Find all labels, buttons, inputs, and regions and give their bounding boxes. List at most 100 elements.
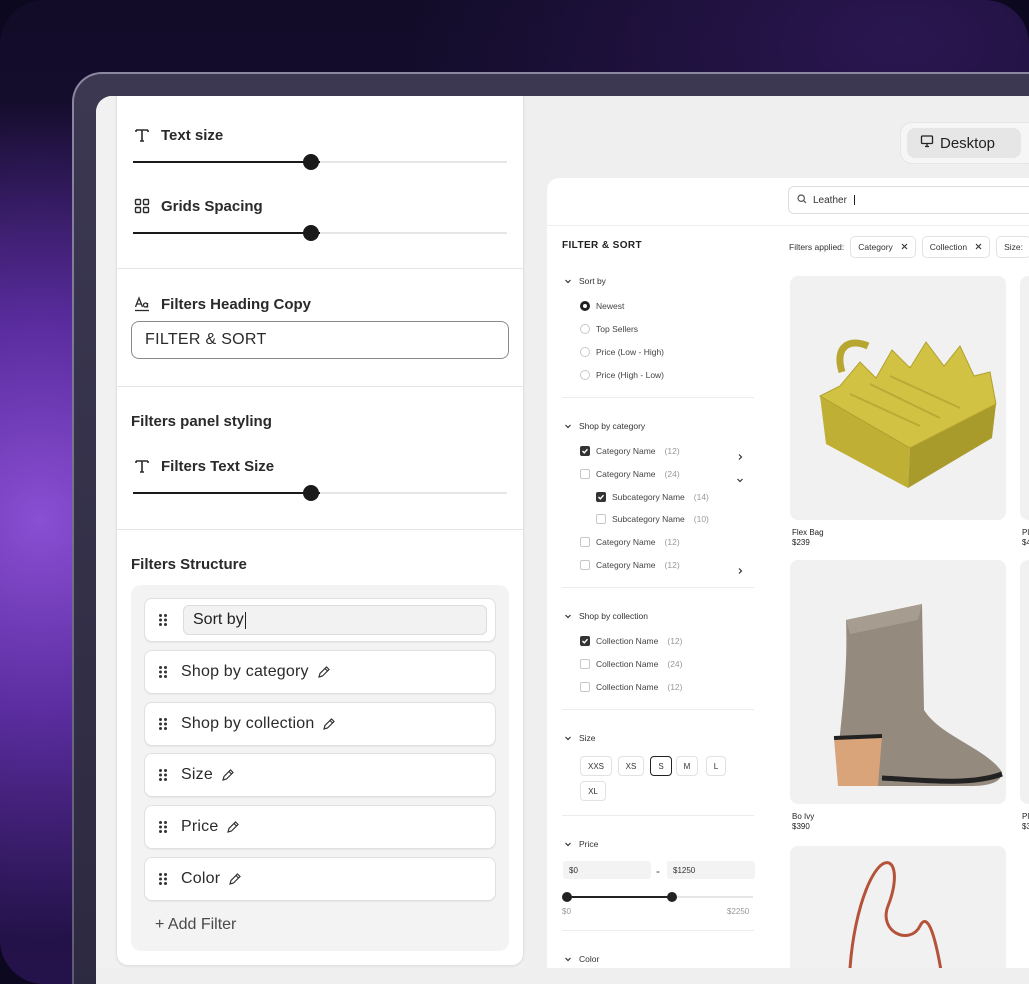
checkbox[interactable] xyxy=(580,682,590,692)
filter-group-header[interactable]: Size xyxy=(564,733,596,743)
category-option[interactable]: Subcategory Name (10) xyxy=(596,514,709,525)
chevron-down-icon[interactable] xyxy=(564,955,572,963)
chevron-down-icon[interactable] xyxy=(564,734,572,742)
chevron-right-icon[interactable] xyxy=(736,562,744,574)
applied-filter-chip[interactable]: Category xyxy=(850,236,916,258)
size-option[interactable]: XXS xyxy=(580,756,612,776)
filter-group-header[interactable]: Shop by collection xyxy=(564,611,648,621)
slider-thumb[interactable] xyxy=(303,154,319,170)
category-option[interactable]: Category Name (12) xyxy=(580,446,680,456)
settings-panel: Text size Grids Spacing Filters Heading … xyxy=(96,96,524,968)
collection-option[interactable]: Collection Name (12) xyxy=(580,636,683,646)
close-icon[interactable] xyxy=(901,242,908,252)
chevron-down-icon[interactable] xyxy=(564,422,572,430)
heading-copy-input[interactable]: FILTER & SORT xyxy=(131,321,509,359)
chevron-down-icon[interactable] xyxy=(564,277,572,285)
structure-item[interactable]: Color xyxy=(144,857,496,901)
size-option[interactable]: XL xyxy=(580,781,606,801)
category-option[interactable]: Category Name (12) xyxy=(580,560,680,570)
applied-filter-chip[interactable]: Size: xyxy=(996,236,1029,258)
pencil-icon[interactable] xyxy=(228,872,242,886)
product-name[interactable]: Pl xyxy=(1022,528,1029,537)
search-input[interactable]: Leather xyxy=(788,186,1029,214)
category-option[interactable]: Category Name (12) xyxy=(580,537,680,548)
radio-button[interactable] xyxy=(580,324,590,334)
radio-button[interactable] xyxy=(580,370,590,380)
drag-handle-icon[interactable] xyxy=(145,599,181,641)
structure-item[interactable]: Size xyxy=(144,753,496,798)
size-option[interactable]: L xyxy=(706,756,726,776)
structure-item[interactable]: Price xyxy=(144,805,496,850)
drag-handle-icon[interactable] xyxy=(145,754,181,796)
collection-option[interactable]: Collection Name (24) xyxy=(580,659,683,669)
filters-text-size-slider[interactable] xyxy=(133,485,507,501)
desktop-button[interactable]: Desktop xyxy=(907,128,1021,158)
sort-option[interactable]: Price (Low - High) xyxy=(580,347,664,357)
structure-item[interactable]: Sort by xyxy=(144,598,496,642)
size-option[interactable]: S xyxy=(650,756,672,776)
checkbox[interactable] xyxy=(580,537,590,548)
product-image-bag[interactable] xyxy=(790,276,1006,520)
filter-group-header[interactable]: Sort by xyxy=(564,276,606,286)
filter-group-title: Price xyxy=(579,839,599,849)
size-option[interactable]: XS xyxy=(618,756,644,776)
filter-group-header[interactable]: Shop by category xyxy=(564,421,645,431)
checkbox[interactable] xyxy=(580,446,590,456)
structure-item-label: Shop by collection xyxy=(181,714,315,732)
slider-thumb[interactable] xyxy=(303,485,319,501)
pencil-icon[interactable] xyxy=(226,820,240,834)
price-min-input[interactable]: $0 xyxy=(563,861,651,879)
product-name[interactable]: Bo Ivy xyxy=(792,812,814,821)
text-size-slider[interactable] xyxy=(133,154,507,170)
product-name[interactable]: Pl xyxy=(1022,812,1029,821)
radio-button[interactable] xyxy=(580,347,590,357)
chip-label: Category xyxy=(858,242,893,252)
structure-item[interactable]: Shop by category xyxy=(144,649,496,694)
radio-button[interactable] xyxy=(580,301,590,311)
text-grid-section: Text size Grids Spacing xyxy=(117,96,523,269)
grid-spacing-slider[interactable] xyxy=(133,225,507,241)
filter-group-header[interactable]: Color xyxy=(564,954,599,964)
structure-item[interactable]: Shop by collection xyxy=(144,701,496,746)
category-option[interactable]: Category Name (24) xyxy=(580,468,680,479)
product-image-partial[interactable] xyxy=(1020,276,1029,520)
close-icon[interactable] xyxy=(975,242,982,252)
collection-option[interactable]: Collection Name (12) xyxy=(580,682,683,692)
product-name[interactable]: Flex Bag xyxy=(792,528,824,537)
drag-handle-icon[interactable] xyxy=(145,806,181,848)
checkbox[interactable] xyxy=(596,514,606,525)
structure-item-input[interactable]: Sort by xyxy=(183,605,487,635)
pencil-icon[interactable] xyxy=(221,768,235,782)
checkbox[interactable] xyxy=(580,560,590,570)
checkbox[interactable] xyxy=(580,468,590,479)
drag-handle-icon[interactable] xyxy=(145,651,181,693)
checkbox[interactable] xyxy=(580,659,590,669)
chevron-down-icon[interactable] xyxy=(736,471,744,483)
price-max-handle[interactable] xyxy=(666,892,677,902)
checkbox[interactable] xyxy=(580,636,590,646)
pencil-icon[interactable] xyxy=(317,665,331,679)
product-image-partial[interactable] xyxy=(1020,560,1029,804)
product-image-strap[interactable] xyxy=(790,846,1006,968)
slider-thumb[interactable] xyxy=(303,225,319,241)
category-option[interactable]: Subcategory Name (14) xyxy=(596,491,709,502)
size-option[interactable]: M xyxy=(676,756,698,776)
applied-filter-chip[interactable]: Collection xyxy=(921,236,991,258)
checkbox[interactable] xyxy=(596,491,606,502)
product-image-boot[interactable] xyxy=(790,560,1006,804)
panel-styling-title: Filters panel styling xyxy=(131,413,272,430)
sort-option[interactable]: Top Sellers xyxy=(580,324,638,334)
drag-handle-icon[interactable] xyxy=(145,703,181,745)
grid-icon xyxy=(133,197,151,215)
filter-group-header[interactable]: Price xyxy=(564,839,598,849)
pencil-icon[interactable] xyxy=(322,717,336,731)
add-filter-button[interactable]: + Add Filter xyxy=(155,916,236,934)
price-min-handle[interactable] xyxy=(562,892,572,902)
chevron-down-icon[interactable] xyxy=(564,612,572,620)
chevron-right-icon[interactable] xyxy=(736,448,744,460)
chevron-down-icon[interactable] xyxy=(564,840,572,848)
sort-option[interactable]: Newest xyxy=(580,301,624,311)
drag-handle-icon[interactable] xyxy=(145,858,181,900)
price-max-input[interactable]: $1250 xyxy=(667,861,755,879)
sort-option[interactable]: Price (High - Low) xyxy=(580,370,664,380)
